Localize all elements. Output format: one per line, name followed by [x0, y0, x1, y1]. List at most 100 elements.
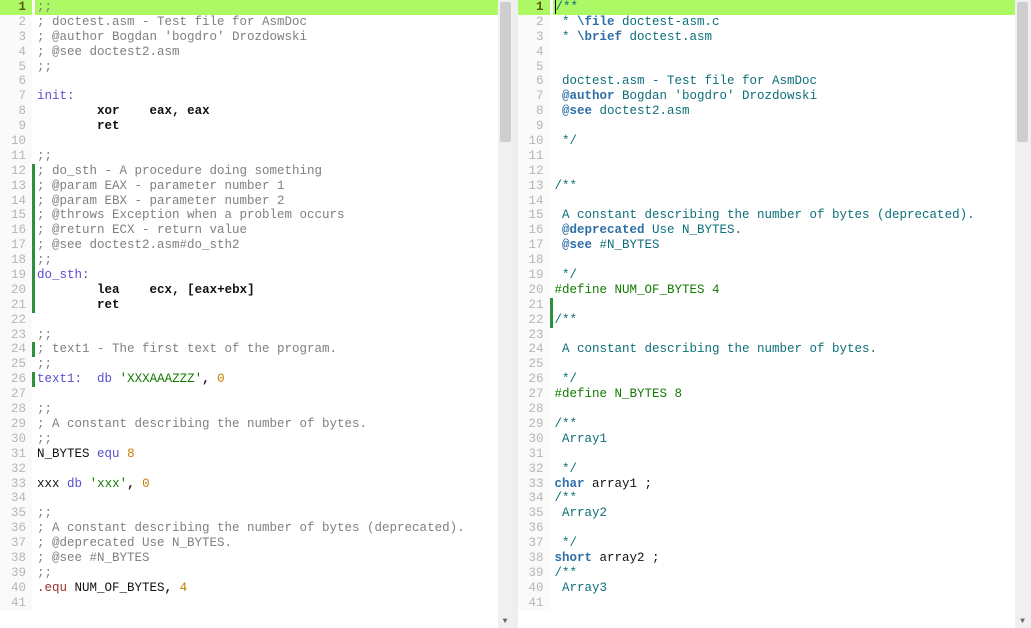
code-content[interactable]: do_sth: [35, 268, 513, 283]
code-content[interactable] [553, 164, 1031, 179]
code-content[interactable]: #define NUM_OF_BYTES 4 [553, 283, 1031, 298]
code-line[interactable]: 25 [518, 357, 1031, 372]
code-line[interactable]: 17; @see doctest2.asm#do_sth2 [0, 238, 513, 253]
right-scrollbar-thumb[interactable] [1017, 2, 1028, 142]
code-content[interactable]: /** [553, 566, 1031, 581]
code-content[interactable]: ;; [35, 506, 513, 521]
code-line[interactable]: 25;; [0, 357, 513, 372]
code-content[interactable]: ; A constant describing the number of by… [35, 521, 513, 536]
code-line[interactable]: 32 [0, 462, 513, 477]
code-line[interactable]: 31 [518, 447, 1031, 462]
code-content[interactable]: */ [553, 134, 1031, 149]
code-line[interactable]: 28;; [0, 402, 513, 417]
code-line[interactable]: 33xxx db 'xxx', 0 [0, 477, 513, 492]
code-line[interactable]: 10 */ [518, 134, 1031, 149]
code-line[interactable]: 4 [518, 45, 1031, 60]
code-line[interactable]: 14; @param EBX - parameter number 2 [0, 194, 513, 209]
code-line[interactable]: 34/** [518, 491, 1031, 506]
code-line[interactable]: 6 [0, 74, 513, 89]
code-line[interactable]: 11 [518, 149, 1031, 164]
code-line[interactable]: 27 [0, 387, 513, 402]
scroll-down-icon[interactable]: ▼ [498, 614, 513, 628]
code-line[interactable]: 33char array1 ; [518, 477, 1031, 492]
code-content[interactable]: /** [553, 491, 1031, 506]
code-line[interactable]: 29; A constant describing the number of … [0, 417, 513, 432]
code-line[interactable]: 5 [518, 60, 1031, 75]
code-line[interactable]: 36; A constant describing the number of … [0, 521, 513, 536]
code-content[interactable]: char array1 ; [553, 477, 1031, 492]
code-content[interactable] [553, 402, 1031, 417]
code-line[interactable]: 7init: [0, 89, 513, 104]
code-content[interactable]: Array2 [553, 506, 1031, 521]
code-content[interactable]: ; text1 - The first text of the program. [35, 342, 513, 357]
code-content[interactable]: N_BYTES equ 8 [35, 447, 513, 462]
code-line[interactable]: 41 [518, 596, 1031, 611]
code-line[interactable]: 12 [518, 164, 1031, 179]
code-content[interactable] [553, 447, 1031, 462]
code-content[interactable]: lea ecx, [eax+ebx] [35, 283, 513, 298]
code-line[interactable]: 24 A constant describing the number of b… [518, 342, 1031, 357]
scroll-down-icon[interactable]: ▼ [1015, 614, 1030, 628]
code-content[interactable]: ;; [35, 402, 513, 417]
code-content[interactable]: ; @see doctest2.asm#do_sth2 [35, 238, 513, 253]
code-content[interactable]: Array3 [553, 581, 1031, 596]
code-content[interactable]: A constant describing the number of byte… [553, 208, 1031, 223]
code-content[interactable] [553, 521, 1031, 536]
code-content[interactable] [553, 596, 1031, 611]
code-content[interactable] [553, 194, 1031, 209]
code-line[interactable]: 8 xor eax, eax [0, 104, 513, 119]
code-content[interactable]: text1: db 'XXXAAAZZZ', 0 [35, 372, 513, 387]
code-content[interactable] [553, 45, 1031, 60]
left-scrollbar-thumb[interactable] [500, 2, 511, 142]
code-content[interactable]: xxx db 'xxx', 0 [35, 477, 513, 492]
code-content[interactable]: ; @see #N_BYTES [35, 551, 513, 566]
left-editor[interactable]: 1;;2; doctest.asm - Test file for AsmDoc… [0, 0, 513, 628]
code-content[interactable] [553, 357, 1031, 372]
code-line[interactable]: 13; @param EAX - parameter number 1 [0, 179, 513, 194]
code-content[interactable]: @see doctest2.asm [553, 104, 1031, 119]
code-content[interactable]: /** [553, 313, 1031, 328]
right-editor[interactable]: 1/**2 * \file doctest-asm.c3 * \brief do… [518, 0, 1031, 628]
code-content[interactable] [553, 253, 1031, 268]
code-line[interactable]: 26text1: db 'XXXAAAZZZ', 0 [0, 372, 513, 387]
code-content[interactable] [553, 60, 1031, 75]
code-content[interactable]: */ [553, 268, 1031, 283]
code-line[interactable]: 32 */ [518, 462, 1031, 477]
code-content[interactable] [553, 328, 1031, 343]
code-content[interactable]: */ [553, 462, 1031, 477]
code-line[interactable]: 19do_sth: [0, 268, 513, 283]
code-line[interactable]: 35 Array2 [518, 506, 1031, 521]
code-line[interactable]: 39;; [0, 566, 513, 581]
code-content[interactable]: */ [553, 536, 1031, 551]
code-content[interactable]: ; @return ECX - return value [35, 223, 513, 238]
code-content[interactable]: ; doctest.asm - Test file for AsmDoc [35, 15, 513, 30]
code-content[interactable]: init: [35, 89, 513, 104]
left-scrollbar[interactable]: ▲ ▼ [498, 0, 513, 628]
code-content[interactable]: ;; [35, 566, 513, 581]
code-content[interactable]: ;; [35, 0, 513, 15]
code-content[interactable]: ;; [35, 357, 513, 372]
code-line[interactable]: 5;; [0, 60, 513, 75]
code-content[interactable]: A constant describing the number of byte… [553, 342, 1031, 357]
code-content[interactable] [35, 491, 513, 506]
code-line[interactable]: 11;; [0, 149, 513, 164]
code-content[interactable]: ; @see doctest2.asm [35, 45, 513, 60]
code-line[interactable]: 35;; [0, 506, 513, 521]
code-content[interactable] [35, 134, 513, 149]
code-content[interactable]: /** [553, 179, 1031, 194]
code-line[interactable]: 3; @author Bogdan 'bogdro' Drozdowski [0, 30, 513, 45]
code-line[interactable]: 40 Array3 [518, 581, 1031, 596]
code-line[interactable]: 22 [0, 313, 513, 328]
code-line[interactable]: 28 [518, 402, 1031, 417]
code-content[interactable]: ;; [35, 60, 513, 75]
code-content[interactable]: * \brief doctest.asm [553, 30, 1031, 45]
code-line[interactable]: 36 [518, 521, 1031, 536]
code-line[interactable]: 21 [518, 298, 1031, 313]
code-content[interactable]: ; do_sth - A procedure doing something [35, 164, 513, 179]
code-line[interactable]: 30 Array1 [518, 432, 1031, 447]
code-content[interactable] [35, 462, 513, 477]
code-content[interactable]: ret [35, 298, 513, 313]
code-content[interactable]: short array2 ; [553, 551, 1031, 566]
code-content[interactable]: ret [35, 119, 513, 134]
code-line[interactable]: 12; do_sth - A procedure doing something [0, 164, 513, 179]
